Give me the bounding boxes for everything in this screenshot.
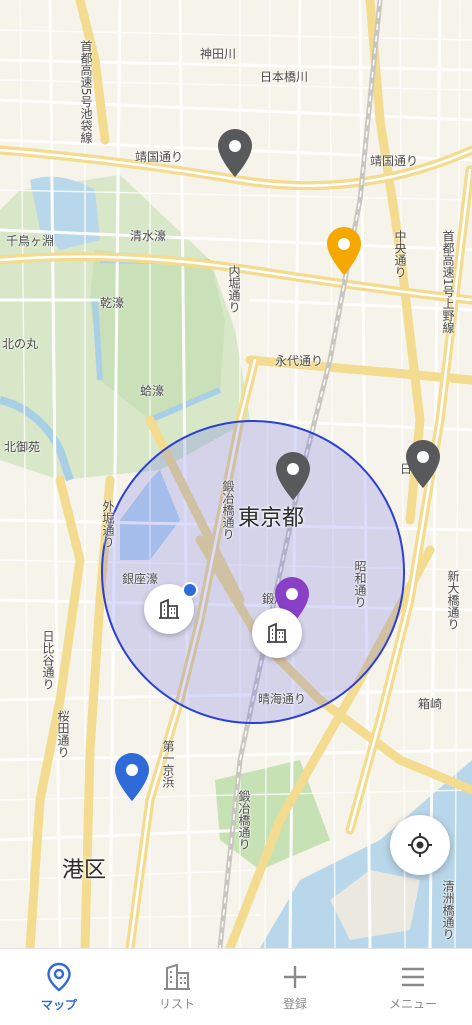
place-label: 箱崎 xyxy=(418,697,443,711)
current-location-button[interactable] xyxy=(390,815,450,875)
road-label: 永代通り xyxy=(275,354,324,368)
map-pin-icon xyxy=(327,227,361,275)
road-label: 桜田通り xyxy=(56,710,70,758)
map-pin-icon xyxy=(115,753,149,801)
building-icon xyxy=(164,963,190,990)
place-label: 千鳥ヶ淵 xyxy=(6,234,55,248)
plus-icon xyxy=(284,965,306,988)
road-label: 第一京浜 xyxy=(161,740,175,788)
road-label: 靖国通り xyxy=(135,150,184,164)
crosshair-icon xyxy=(408,833,432,857)
tab-list-label: リスト xyxy=(158,996,195,1011)
road-label: 靖国通り xyxy=(370,154,419,168)
building-icon xyxy=(267,622,287,643)
map-pin-gray[interactable] xyxy=(275,451,311,501)
road-label: 中央通り xyxy=(393,230,407,278)
place-label: 日本橋川 xyxy=(260,70,309,84)
road-label: 清洲橋通り xyxy=(441,880,455,940)
tab-menu[interactable]: メニュー xyxy=(354,949,472,1025)
district-label: 港区 xyxy=(62,858,107,883)
road-label: 外堀通り xyxy=(101,500,115,548)
tab-map[interactable]: マップ xyxy=(0,949,118,1025)
map-pin-icon xyxy=(218,129,252,177)
map-pin-icon xyxy=(276,452,310,500)
building-marker[interactable] xyxy=(252,608,302,658)
map-pin-orange[interactable] xyxy=(326,226,362,276)
road-label: 昭和通り xyxy=(353,560,367,608)
place-label: 神田川 xyxy=(200,47,237,61)
road-label: 首都高速5号池袋線 xyxy=(79,40,93,144)
road-label: 新大橋通り xyxy=(446,570,460,630)
tab-register[interactable]: 登録 xyxy=(236,949,354,1025)
tab-register-label: 登録 xyxy=(282,996,307,1011)
bottom-tab-bar: マップ リスト 登録 メニュー xyxy=(0,948,472,1025)
tab-map-label: マップ xyxy=(40,997,77,1012)
road-label: 内堀通り xyxy=(227,265,241,313)
tab-menu-label: メニュー xyxy=(388,996,437,1011)
map-pin-icon xyxy=(406,440,440,488)
hamburger-menu-icon xyxy=(402,967,424,986)
road-label: 晴海通り xyxy=(258,692,307,706)
road-label: 日比谷通り xyxy=(41,630,55,690)
place-label: 北の丸 xyxy=(2,337,39,351)
tab-list[interactable]: リスト xyxy=(118,949,236,1025)
place-label: 北御苑 xyxy=(4,440,41,454)
map-pin-gray[interactable] xyxy=(217,128,253,178)
map-view[interactable]: 靖国通り 靖国通り 内堀通り 永代通り 中央通り 昭和通り 晴海通り 鍛冶橋通り… xyxy=(0,0,472,948)
place-label: 清水濠 xyxy=(130,229,167,243)
place-label: 蛤濠 xyxy=(140,384,165,398)
map-pin-gray[interactable] xyxy=(405,439,441,489)
notification-dot xyxy=(182,582,198,598)
place-label: 銀座濠 xyxy=(122,572,159,586)
road-label: 鍛冶橋通り xyxy=(237,790,251,850)
road-label: 首都高速1号上野線 xyxy=(441,230,455,334)
place-label: 乾濠 xyxy=(100,296,125,310)
map-pin-blue[interactable] xyxy=(114,752,150,802)
map-pin-icon xyxy=(47,962,71,992)
district-label: 東京都 xyxy=(238,506,305,531)
road-label: 鍛冶橋通り xyxy=(221,480,235,540)
building-icon xyxy=(159,598,179,619)
